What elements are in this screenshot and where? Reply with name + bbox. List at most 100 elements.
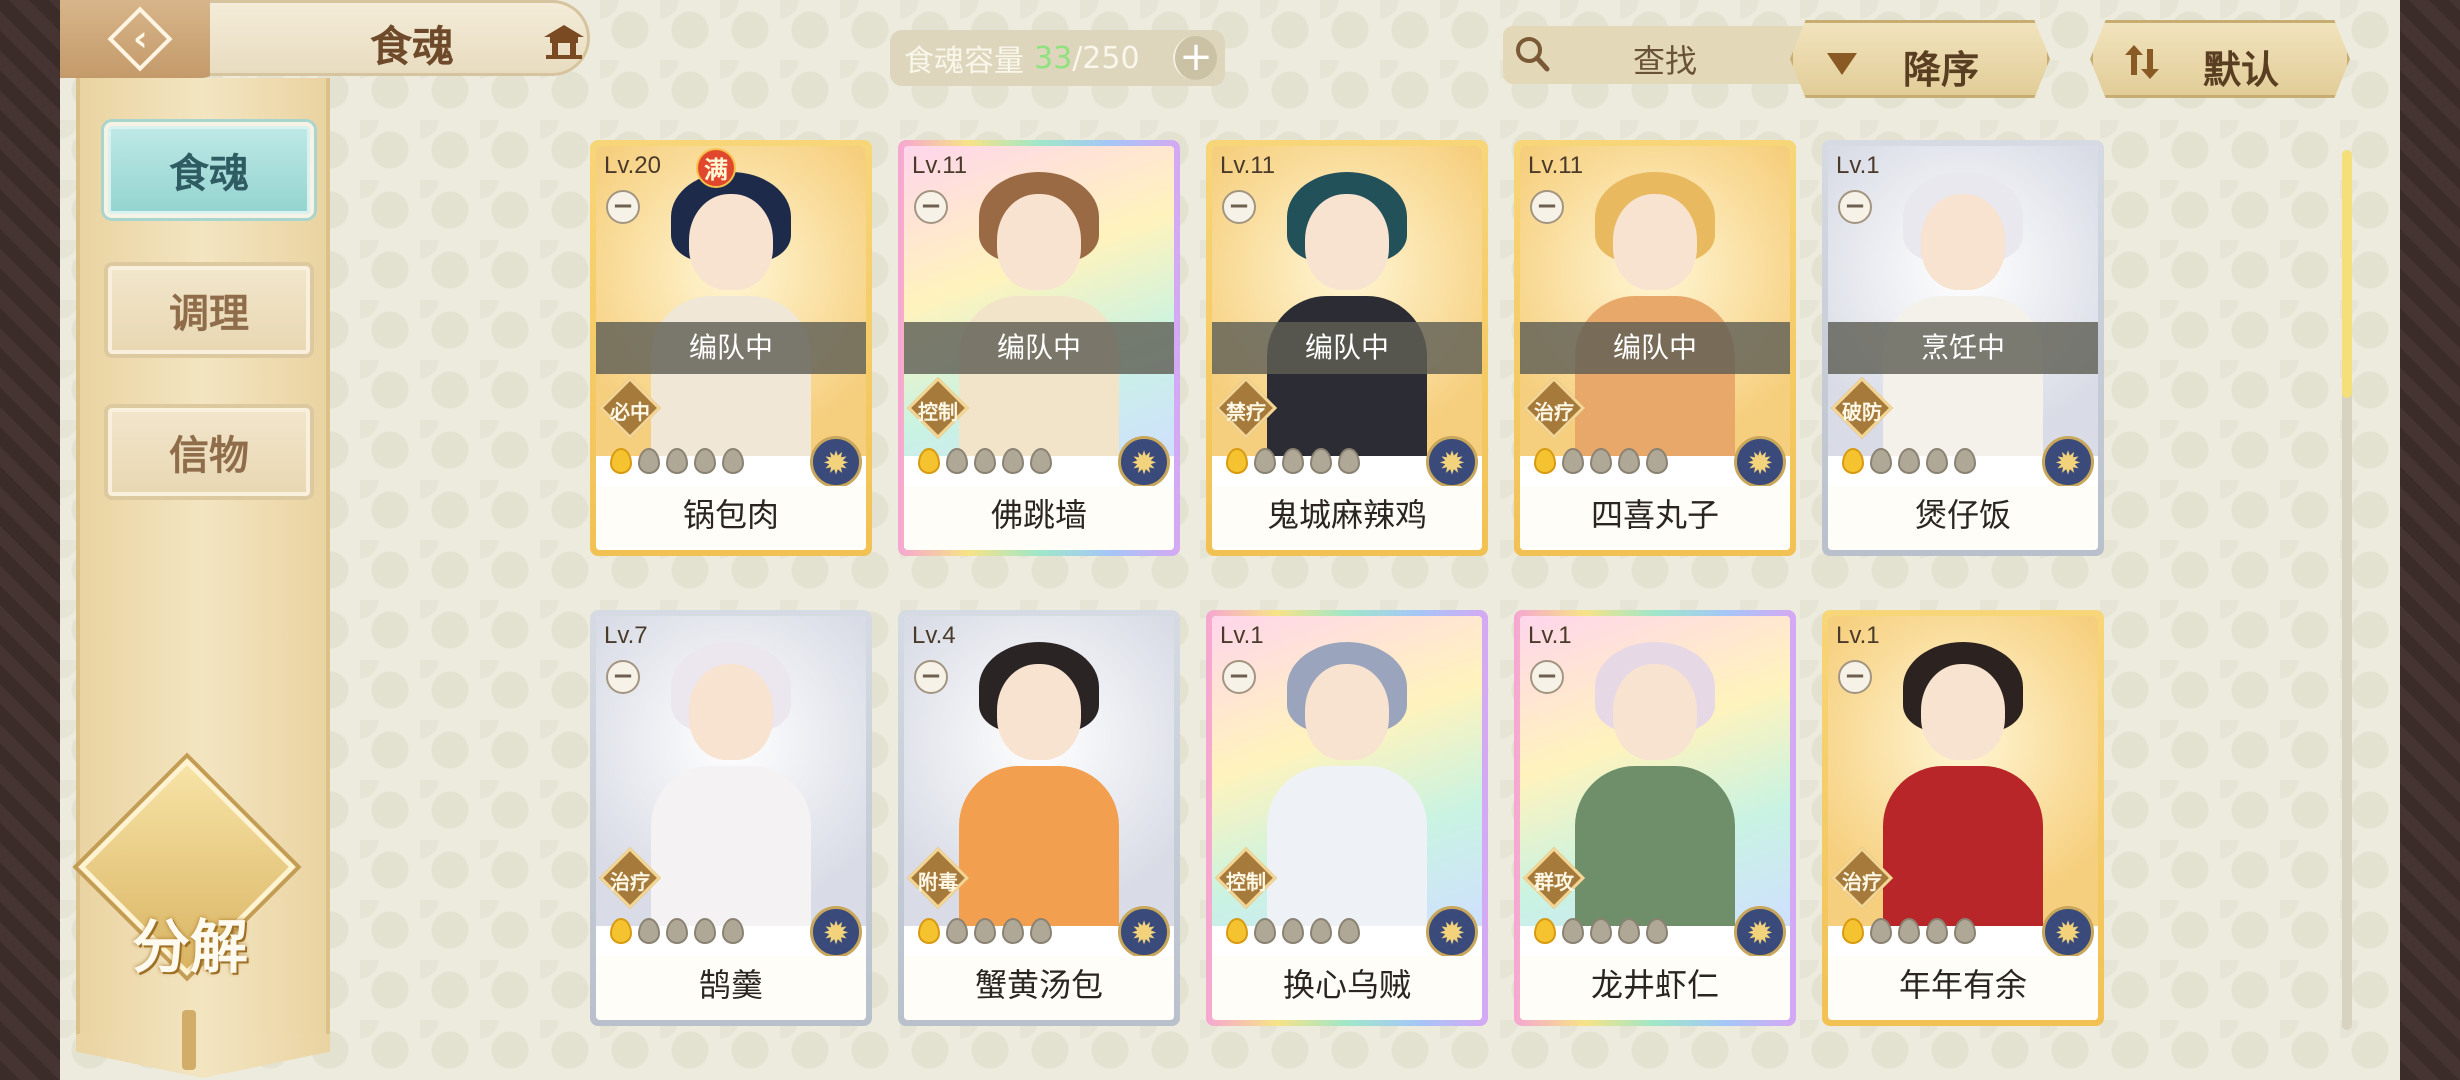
star-flame-icon [1870,918,1892,944]
star-flame-icon [666,448,688,474]
star-flame-icon [1310,448,1332,474]
character-figure [1575,166,1735,456]
star-flame-icon [694,918,716,944]
sort-order-button[interactable]: 降序 [1790,20,2050,98]
pavilion-icon[interactable] [540,21,588,61]
character-figure [1267,166,1427,456]
tab-food-soul[interactable]: 食魂 [104,122,314,218]
remove-icon[interactable]: − [914,660,948,694]
add-capacity-button[interactable]: + [1173,36,1217,80]
element-flower-icon [1734,906,1786,958]
back-arrow-icon: ‹ [107,6,173,72]
star-flame-icon [1562,918,1584,944]
food-soul-card[interactable]: Lv.7 − 治疗 鹄羹 [590,610,872,1026]
food-soul-card[interactable]: Lv.20 满 − 编队中 必中 锅包肉 [590,140,872,556]
character-body [1267,766,1427,926]
main-stage: ‹ 食魂 食魂容量 33 /250 + 查找 × [60,0,2400,1080]
card-level: Lv.7 [604,622,648,649]
food-soul-card[interactable]: Lv.1 − 治疗 年年有余 [1822,610,2104,1026]
card-name: 换心乌贼 [1212,956,1482,1020]
tab-conditioning[interactable]: 调理 [104,262,314,358]
star-flame-icon [1898,918,1920,944]
remove-icon[interactable]: − [1222,190,1256,224]
character-figure [1575,636,1735,926]
back-button[interactable]: ‹ [60,0,220,78]
element-flower-icon [810,906,862,958]
card-inner: Lv.1 − 烹饪中 破防 煲仔饭 [1828,146,2098,550]
star-rating [918,918,1052,944]
character-body [651,296,811,456]
grid-scrollbar[interactable] [2342,150,2352,1030]
food-soul-card[interactable]: Lv.11 − 编队中 治疗 四喜丸子 [1514,140,1796,556]
star-flame-icon [1226,448,1248,474]
star-flame-icon [694,448,716,474]
star-flame-icon [946,918,968,944]
character-face [1921,664,2005,760]
capacity-panel: 食魂容量 33 /250 + [890,30,1225,86]
character-face [1921,194,2005,290]
role-label: 治疗 [1534,400,1574,424]
star-flame-icon [1646,918,1668,944]
sort-default-button[interactable]: 默认 [2090,20,2350,98]
card-inner: Lv.1 − 群攻 龙井虾仁 [1520,616,1790,1020]
card-level: Lv.20 [604,152,661,179]
star-rating [1534,918,1668,944]
card-status: 编队中 [1520,322,1790,374]
food-soul-card[interactable]: Lv.1 − 控制 换心乌贼 [1206,610,1488,1026]
food-soul-card[interactable]: Lv.4 − 附毒 蟹黄汤包 [898,610,1180,1026]
card-level: Lv.1 [1836,152,1880,179]
tab-tokens[interactable]: 信物 [104,404,314,500]
star-flame-icon [722,918,744,944]
role-label: 控制 [918,400,958,424]
character-face [997,664,1081,760]
star-flame-icon [946,448,968,474]
role-label: 禁疗 [1226,400,1266,424]
star-flame-icon [1002,448,1024,474]
character-face [689,664,773,760]
card-level: Lv.11 [912,152,968,179]
card-inner: Lv.11 − 编队中 治疗 四喜丸子 [1520,146,1790,550]
right-border [2400,0,2460,1080]
card-name: 四喜丸子 [1520,486,1790,550]
food-soul-card[interactable]: Lv.11 − 编队中 禁疗 鬼城麻辣鸡 [1206,140,1488,556]
card-inner: Lv.1 − 治疗 年年有余 [1828,616,2098,1020]
card-status: 编队中 [1212,322,1482,374]
role-label: 控制 [1226,870,1266,894]
star-flame-icon [1254,448,1276,474]
star-flame-icon [1842,448,1864,474]
star-flame-icon [1954,918,1976,944]
character-body [651,766,811,926]
remove-icon[interactable]: − [606,660,640,694]
star-flame-icon [1338,918,1360,944]
remove-icon[interactable]: − [914,190,948,224]
food-soul-card[interactable]: Lv.11 − 编队中 控制 佛跳墙 [898,140,1180,556]
remove-icon[interactable]: − [1530,660,1564,694]
star-flame-icon [1282,918,1304,944]
food-soul-card[interactable]: Lv.1 − 群攻 龙井虾仁 [1514,610,1796,1026]
star-flame-icon [974,448,996,474]
remove-icon[interactable]: − [1838,190,1872,224]
star-flame-icon [1646,448,1668,474]
page-title: 食魂 [370,22,455,71]
search-icon [1516,37,1550,72]
star-flame-icon [638,918,660,944]
remove-icon[interactable]: − [1530,190,1564,224]
role-badge: 附毒 [906,846,970,910]
star-flame-icon [666,918,688,944]
star-rating [1226,448,1360,474]
star-rating [918,448,1052,474]
food-soul-card[interactable]: Lv.1 − 烹饪中 破防 煲仔饭 [1822,140,2104,556]
star-flame-icon [1002,918,1024,944]
role-badge: 控制 [1214,846,1278,910]
star-flame-icon [1898,448,1920,474]
remove-icon[interactable]: − [1838,660,1872,694]
card-level: Lv.11 [1528,152,1584,179]
search-input[interactable]: 查找 × [1503,26,1835,84]
decompose-label[interactable]: 分解 [120,900,260,984]
scrollbar-thumb[interactable] [2342,150,2352,398]
remove-icon[interactable]: − [606,190,640,224]
role-label: 必中 [610,400,650,424]
character-body [959,296,1119,456]
card-level: Lv.1 [1528,622,1572,649]
remove-icon[interactable]: − [1222,660,1256,694]
